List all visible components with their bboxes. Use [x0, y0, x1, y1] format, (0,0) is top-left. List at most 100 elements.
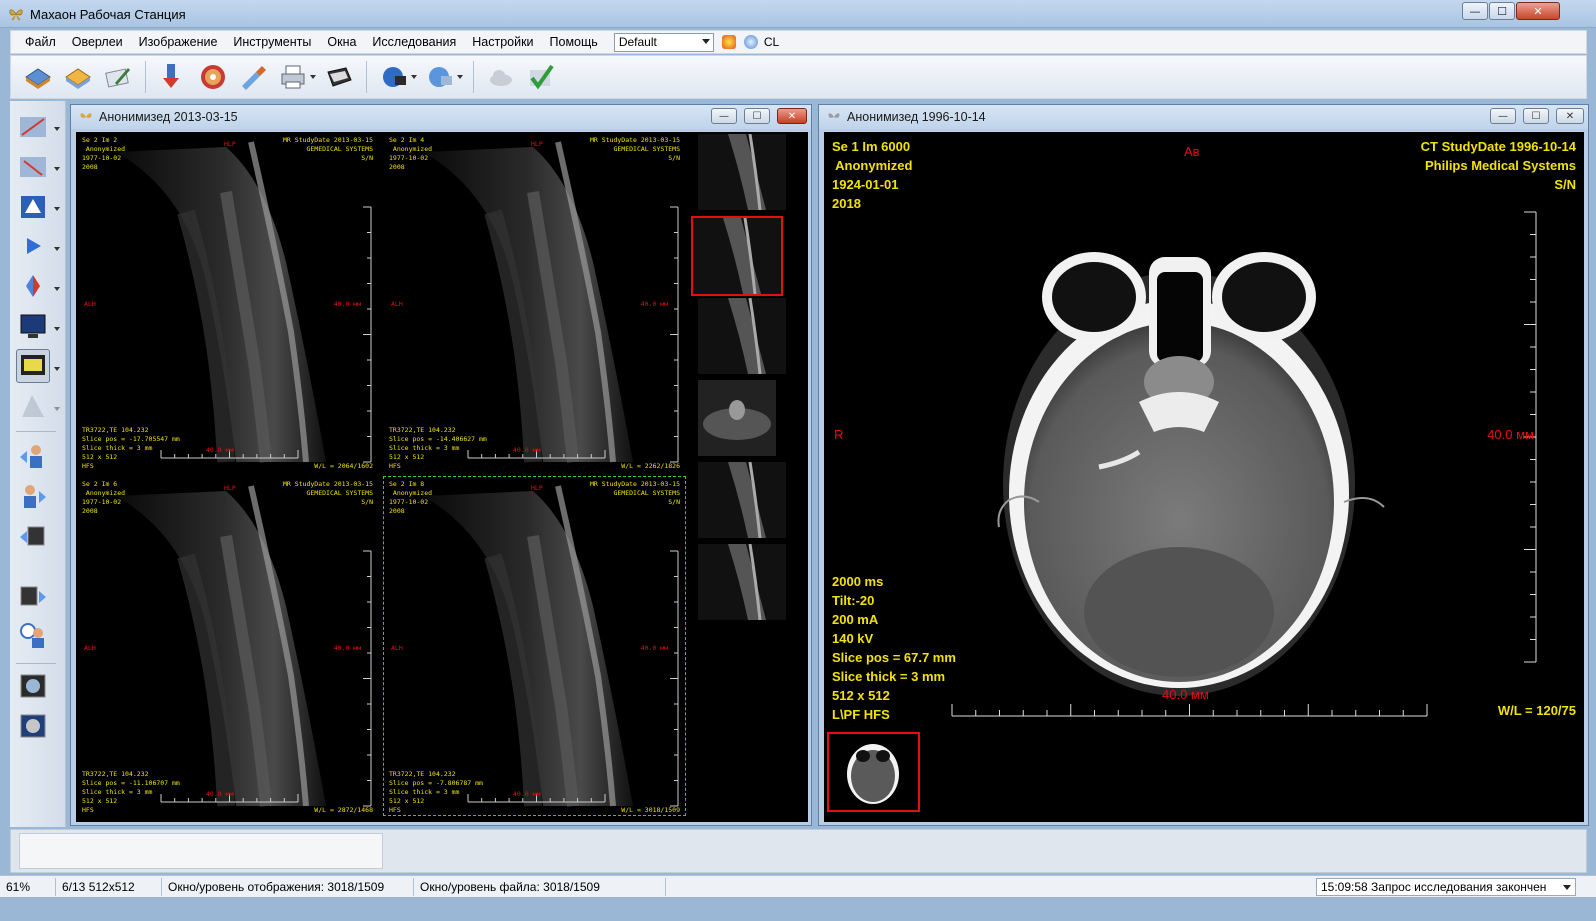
- annotation-dropdown-icon[interactable]: [54, 167, 60, 171]
- monitor-icon[interactable]: [16, 309, 50, 343]
- menu-help[interactable]: Помощь: [542, 30, 606, 54]
- preset-select[interactable]: Default: [613, 32, 714, 52]
- mr-viewport[interactable]: Se 2 Im 2 Anonymized 1977-10-02 2008 MR …: [76, 132, 379, 472]
- patient-back-icon[interactable]: [16, 439, 50, 473]
- display-window-level: Окно/уровень отображения: 3018/1509: [162, 877, 414, 896]
- ct-window-title: Анонимизед 1996-10-14: [847, 110, 986, 124]
- mr-viewer-area: Se 2 Im 2 Anonymized 1977-10-02 2008 MR …: [76, 132, 808, 822]
- mr-overlay-bottom-left: TR3722,TE 104.232 Slice pos = -7.806787 …: [389, 770, 483, 814]
- series-dropdown-icon[interactable]: [54, 367, 60, 371]
- mr-orientation-left: ALH: [391, 300, 403, 308]
- mr-overlay-bottom-left: TR3722,TE 104.232 Slice pos = -14.406627…: [389, 426, 487, 470]
- menu-overlays[interactable]: Оверлеи: [64, 30, 131, 54]
- roi-icon[interactable]: [16, 189, 50, 223]
- mr-thumbnail[interactable]: [698, 461, 786, 539]
- sidebar-separator: [16, 663, 56, 664]
- status-message-select[interactable]: 15:09:58 Запрос исследования закончен: [1316, 878, 1576, 896]
- grid-dropdown-icon[interactable]: [54, 407, 60, 411]
- open-folder-icon[interactable]: [61, 60, 95, 94]
- mr-window-titlebar[interactable]: Анонимизед 2013-03-15 — ☐ ✕: [71, 105, 811, 129]
- mr-thumbnail[interactable]: [698, 380, 776, 456]
- contrast-dropdown-icon[interactable]: [54, 287, 60, 291]
- cl-label[interactable]: CL: [764, 35, 779, 49]
- ct-viewport[interactable]: Se 1 Im 6000 Anonymized 1924-01-01 2018 …: [824, 132, 1584, 730]
- menu-settings[interactable]: Настройки: [464, 30, 541, 54]
- ct-study-window[interactable]: Анонимизед 1996-10-14 — ☐ ✕ Se 1 Im 6000…: [818, 104, 1589, 826]
- mr-viewport[interactable]: Se 2 Im 4 Anonymized 1977-10-02 2008 MR …: [383, 132, 686, 472]
- lightning-icon[interactable]: [721, 35, 736, 49]
- mr-overlay-bottom-right: W/L = 2064/1602: [314, 462, 373, 470]
- mr-minimize-button[interactable]: —: [711, 108, 737, 124]
- measure-dropdown-icon[interactable]: [54, 127, 60, 131]
- mr-orientation-top: HLP: [224, 484, 236, 492]
- contrast-icon[interactable]: [16, 269, 50, 303]
- mr-viewport[interactable]: Se 2 Im 6 Anonymized 1977-10-02 2008 MR …: [76, 476, 379, 816]
- status-box: [19, 833, 383, 869]
- ct-thumbnail[interactable]: [827, 732, 920, 812]
- app-titlebar: Махаон Рабочая Станция — ☐ ✕: [0, 0, 1596, 28]
- network-send-icon[interactable]: [377, 60, 411, 94]
- menu-windows[interactable]: Окна: [319, 30, 364, 54]
- main-toolbar: [10, 55, 1587, 99]
- ct-minimize-button[interactable]: —: [1490, 108, 1516, 124]
- monitor-dropdown-icon[interactable]: [54, 327, 60, 331]
- patient-time-icon[interactable]: [16, 619, 50, 653]
- ct-maximize-button[interactable]: ☐: [1523, 108, 1549, 124]
- patient-forward-icon[interactable]: [16, 479, 50, 513]
- gear-icon[interactable]: [743, 35, 758, 49]
- mr-thumbnail[interactable]: [691, 216, 783, 296]
- minimize-button[interactable]: —: [1462, 2, 1488, 20]
- series-compare-icon[interactable]: [16, 349, 50, 383]
- file-window-level: Окно/уровень файла: 3018/1509: [414, 877, 666, 896]
- mr-viewport[interactable]: Se 2 Im 8 Anonymized 1977-10-02 2008 MR …: [383, 476, 686, 816]
- mr-maximize-button[interactable]: ☐: [744, 108, 770, 124]
- ct-window-titlebar[interactable]: Анонимизед 1996-10-14 — ☐ ✕: [819, 105, 1588, 129]
- close-button[interactable]: ✕: [1516, 2, 1560, 20]
- print-icon[interactable]: [276, 60, 310, 94]
- check-icon[interactable]: [524, 60, 558, 94]
- layout-one-icon[interactable]: [16, 669, 50, 703]
- scanner-icon[interactable]: [322, 60, 356, 94]
- ct-close-button[interactable]: ✕: [1556, 108, 1584, 124]
- menu-image[interactable]: Изображение: [131, 30, 226, 54]
- play-icon[interactable]: [16, 229, 50, 263]
- grid-icon[interactable]: [16, 389, 50, 423]
- sidebar-separator: [16, 431, 56, 432]
- network-receive-icon[interactable]: [423, 60, 457, 94]
- mr-overlay-top-left: Se 2 Im 6 Anonymized 1977-10-02 2008: [82, 480, 126, 515]
- roi-dropdown-icon[interactable]: [54, 207, 60, 211]
- mr-overlay-bottom-left: TR3722,TE 104.232 Slice pos = -11.106707…: [82, 770, 180, 814]
- mr-thumbnail[interactable]: [698, 297, 786, 375]
- preset-select-value: Default: [618, 34, 657, 49]
- measure-icon[interactable]: [16, 109, 50, 143]
- mr-close-button[interactable]: ✕: [777, 108, 807, 124]
- send-dropdown-icon[interactable]: [411, 75, 417, 79]
- mr-scale-vertical-label: 40.0 мм: [333, 644, 361, 652]
- ct-scale-horizontal-label: 40.0 мм: [1162, 687, 1209, 702]
- ct-viewer-area: Se 1 Im 6000 Anonymized 1924-01-01 2018 …: [824, 132, 1584, 822]
- mr-overlay-top-left: Se 2 Im 8 Anonymized 1977-10-02 2008: [389, 480, 433, 515]
- cloud-icon[interactable]: [484, 60, 518, 94]
- receive-dropdown-icon[interactable]: [457, 75, 463, 79]
- mr-overlay-bottom-left: TR3722,TE 104.232 Slice pos = -17.705547…: [82, 426, 180, 470]
- mr-study-window[interactable]: Анонимизед 2013-03-15 — ☐ ✕ Se 2 Im 2 An…: [70, 104, 812, 826]
- app-title: Махаон Рабочая Станция: [30, 7, 186, 22]
- menu-file[interactable]: Файл: [11, 30, 64, 54]
- open-study-icon[interactable]: [21, 60, 55, 94]
- series-swap-icon[interactable]: [16, 519, 50, 553]
- download-icon[interactable]: [156, 60, 190, 94]
- play-dropdown-icon[interactable]: [54, 247, 60, 251]
- print-dropdown-icon[interactable]: [310, 75, 316, 79]
- series-layout-icon[interactable]: [16, 579, 50, 613]
- cd-icon[interactable]: [196, 60, 230, 94]
- arrow-annotation-icon[interactable]: [16, 149, 50, 183]
- maximize-button[interactable]: ☐: [1489, 2, 1515, 20]
- menu-studies[interactable]: Исследования: [364, 30, 464, 54]
- brush-icon[interactable]: [236, 60, 270, 94]
- menu-tools[interactable]: Инструменты: [225, 30, 319, 54]
- butterfly-logo-icon: [9, 9, 23, 21]
- layout-quad-icon[interactable]: [16, 709, 50, 743]
- mr-thumbnail[interactable]: [698, 543, 786, 621]
- edit-icon[interactable]: [101, 60, 135, 94]
- mr-thumbnail[interactable]: [698, 133, 786, 211]
